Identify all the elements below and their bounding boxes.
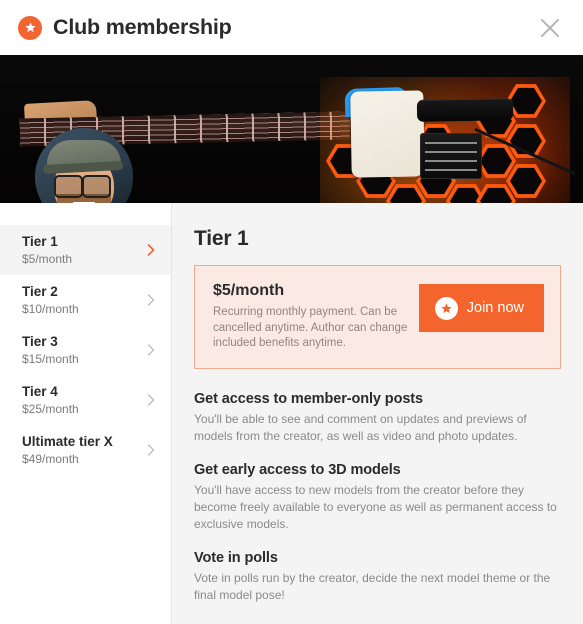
benefit-title: Get access to member-only posts — [194, 390, 423, 407]
sidebar-item-tier-1[interactable]: Tier 1 $5/month — [0, 225, 171, 275]
price-card: $5/month Recurring monthly payment. Can … — [194, 265, 561, 369]
join-now-button[interactable]: Join now — [418, 284, 544, 332]
tier-name: Tier 1 — [22, 234, 58, 249]
modal-header: Club membership — [0, 0, 583, 55]
guitar-bridge — [420, 133, 482, 179]
hero-banner — [0, 55, 583, 203]
tier-name: Tier 2 — [22, 284, 58, 299]
chevron-right-icon — [147, 244, 155, 256]
benefit-text: You'll be able to see and comment on upd… — [194, 411, 527, 443]
tier-detail-panel: Tier 1 $5/month Recurring monthly paymen… — [172, 203, 583, 624]
benefit-text: Vote in polls run by the creator, decide… — [194, 570, 551, 602]
star-badge-icon — [434, 296, 458, 320]
close-icon[interactable] — [533, 11, 567, 45]
chevron-right-icon — [147, 344, 155, 356]
benefit-item: Vote in polls Vote in polls run by the c… — [194, 550, 561, 604]
tier-price: $10/month — [22, 302, 79, 316]
club-membership-modal: Club membership Tier 1 $5/month Tier 2 $… — [0, 0, 583, 624]
tier-name: Tier 3 — [22, 334, 58, 349]
tier-price: $49/month — [22, 452, 79, 466]
sidebar-item-tier-4[interactable]: Tier 4 $25/month — [0, 375, 171, 425]
star-badge-icon — [18, 15, 42, 40]
avatar — [35, 128, 133, 203]
join-now-label: Join now — [466, 300, 524, 316]
sidebar-item-tier-3[interactable]: Tier 3 $15/month — [0, 325, 171, 375]
tier-price: $15/month — [22, 352, 79, 366]
chevron-right-icon — [147, 444, 155, 456]
price-note: Recurring monthly payment. Can be cancel… — [213, 306, 408, 349]
benefit-title: Get early access to 3D models — [194, 461, 401, 478]
sidebar-item-ultimate-tier-x[interactable]: Ultimate tier X $49/month — [0, 425, 171, 475]
tier-price: $5/month — [22, 252, 73, 266]
benefit-item: Get early access to 3D models You'll hav… — [194, 462, 561, 533]
price-amount: $5/month — [213, 282, 285, 299]
tier-price: $25/month — [22, 402, 79, 416]
modal-body: Tier 1 $5/month Tier 2 $10/month Tier 3 … — [0, 203, 583, 624]
benefit-item: Get access to member-only posts You'll b… — [194, 391, 561, 445]
tier-name: Tier 4 — [22, 384, 58, 399]
guitar-pickguard — [350, 90, 425, 178]
sidebar-item-tier-2[interactable]: Tier 2 $10/month — [0, 275, 171, 325]
guitar-pickup — [416, 98, 514, 122]
tier-detail-title: Tier 1 — [194, 227, 249, 250]
tier-name: Ultimate tier X — [22, 434, 113, 449]
page-title: Club membership — [53, 15, 232, 39]
tier-sidebar: Tier 1 $5/month Tier 2 $10/month Tier 3 … — [0, 203, 172, 624]
benefits-list: Get access to member-only posts You'll b… — [194, 391, 561, 604]
chevron-right-icon — [147, 294, 155, 306]
chevron-right-icon — [147, 394, 155, 406]
benefit-title: Vote in polls — [194, 549, 278, 566]
benefit-text: You'll have access to new models from th… — [194, 482, 557, 531]
